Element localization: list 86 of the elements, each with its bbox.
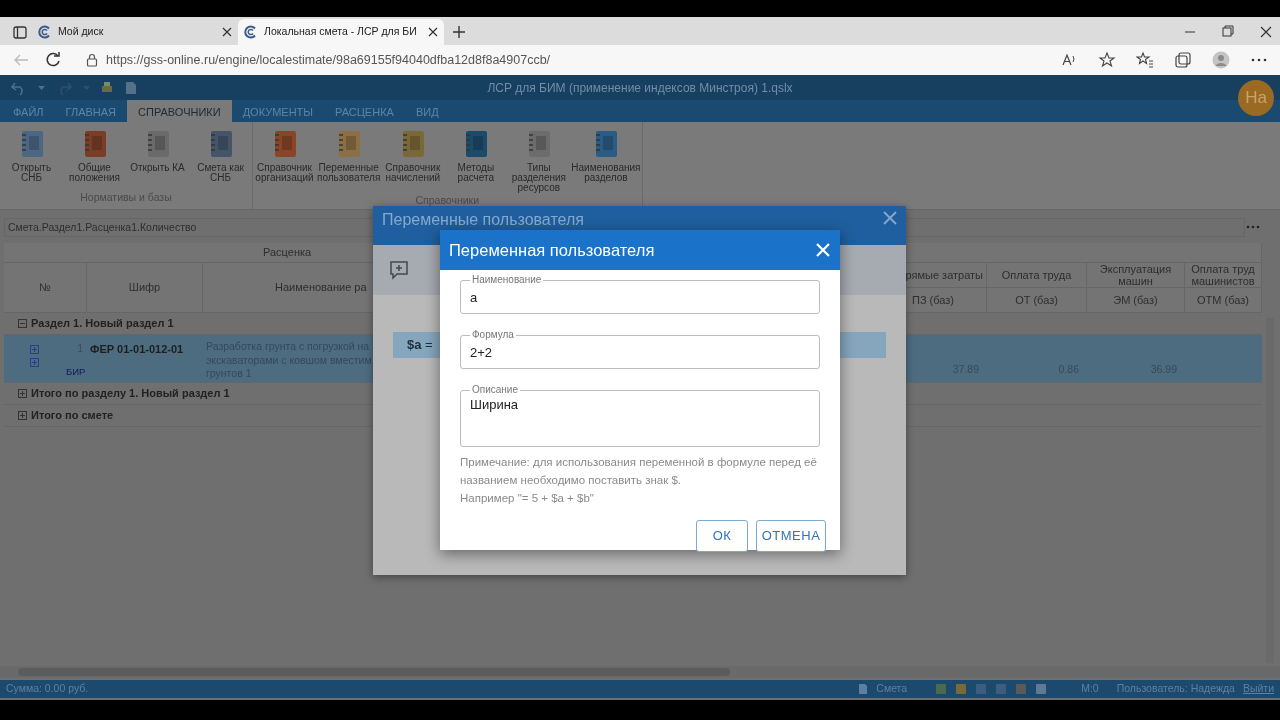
refresh-icon[interactable]: [44, 51, 62, 69]
column-header: Оплата труда: [987, 263, 1087, 288]
ok-button[interactable]: ОК: [696, 520, 748, 552]
tab-title: Локальная смета - ЛСР для БИ: [264, 24, 418, 40]
ribbon-button[interactable]: Общие положения: [63, 122, 126, 191]
ribbon-button[interactable]: Открыть СНБ: [0, 122, 63, 191]
site-icon: [38, 25, 52, 39]
input-field[interactable]: 2+2: [470, 342, 810, 363]
expand-icon[interactable]: [18, 411, 27, 420]
tool-icon[interactable]: [975, 683, 988, 695]
ribbon-tab[interactable]: ГЛАВНАЯ: [54, 100, 128, 122]
ribbon-tab[interactable]: СПРАВОЧНИКИ: [127, 100, 232, 122]
input-field[interactable]: Ширина: [470, 395, 810, 435]
user-label: Пользователь: Надежда: [1116, 681, 1235, 697]
profile-icon[interactable]: [1212, 51, 1230, 69]
tool-icon[interactable]: [935, 683, 948, 695]
column-header: Эксплуатация машин: [1087, 263, 1185, 288]
app-title: ЛСР для БИМ (применение индексов Минстроя) 1.qslx: [486, 80, 794, 97]
form-field[interactable]: Описание Ширина: [460, 385, 820, 447]
sum-label: Сумма: 0.00 руб.: [6, 681, 89, 697]
column-code: ОТ (баз): [987, 288, 1087, 313]
favorites-icon[interactable]: [1136, 51, 1154, 69]
section-label: Итого по смете: [31, 408, 114, 424]
field-label: Описание: [471, 385, 519, 395]
note-text: Например "= 5 + $a + $b": [460, 491, 595, 506]
ribbon-button[interactable]: Переменные пользователя: [316, 122, 382, 193]
logout-link[interactable]: Выйти: [1242, 681, 1274, 697]
ribbon-button[interactable]: Методы расчета: [444, 122, 508, 193]
form-field[interactable]: Наименование а: [460, 275, 820, 314]
field-label: Наименование: [471, 275, 543, 285]
lock-icon: [86, 53, 98, 67]
add-favorite-icon[interactable]: [1098, 51, 1116, 69]
input-field[interactable]: а: [470, 287, 810, 308]
field-label: Формула: [471, 330, 515, 340]
site-icon: [244, 25, 258, 39]
document-icon: [858, 683, 869, 695]
tool-icon[interactable]: [955, 683, 968, 695]
address-field[interactable]: https://gss-online.ru/engine/localestimate/98a69155f94040dfba12d8f8a4907ccb/: [76, 48, 1040, 72]
memory-label: М:0: [1081, 681, 1099, 697]
more-icon[interactable]: [1246, 224, 1260, 230]
collapse-icon[interactable]: [18, 319, 27, 328]
note-text: Примечание: для использования переменной в формуле перед её названием необходимо поставить знак $.: [460, 455, 818, 488]
close-icon: [883, 211, 897, 225]
tool-icon[interactable]: [995, 683, 1008, 695]
document-icon[interactable]: [1035, 683, 1048, 695]
ribbon-button[interactable]: Типы разделения ресурсов: [507, 122, 571, 193]
expand-icon[interactable]: [18, 389, 27, 398]
close-button[interactable]: [883, 211, 897, 225]
column-header: Оплата труд машинистов: [1185, 263, 1262, 288]
bir-link[interactable]: БИР: [66, 364, 86, 379]
expand-icon[interactable]: [30, 345, 39, 354]
collections-icon[interactable]: [1174, 51, 1192, 69]
dialog-title: Переменные пользователя: [382, 211, 584, 229]
print-icon[interactable]: [100, 80, 114, 95]
close-icon[interactable]: [222, 27, 232, 37]
rate-code: ФЕР 01-01-012-01: [90, 343, 184, 355]
column-code: ЭМ (баз): [1087, 288, 1185, 313]
caret-icon[interactable]: [38, 85, 45, 90]
cancel-button[interactable]: ОТМЕНА: [756, 520, 826, 552]
browser-tab[interactable]: Мой диск: [32, 19, 238, 45]
form-field[interactable]: Формула 2+2: [460, 330, 820, 369]
ribbon-tab[interactable]: ДОКУМЕНТЫ: [231, 100, 325, 122]
ribbon-button[interactable]: Наименования разделов: [570, 122, 642, 193]
section-label: Итого по разделу 1. Новый раздел 1: [31, 386, 230, 402]
ribbon-button[interactable]: Справочник организаций: [253, 122, 316, 193]
back-icon[interactable]: [12, 52, 30, 68]
mode-label: Смета: [876, 681, 908, 697]
ribbon-button[interactable]: Смета как СНБ: [189, 122, 252, 191]
tool-icon[interactable]: [1015, 683, 1028, 695]
caret-icon: [83, 85, 90, 90]
section-label: Раздел 1. Новый раздел 1: [31, 316, 174, 332]
browser-tab[interactable]: Локальная смета - ЛСР для БИ: [238, 19, 444, 45]
ribbon-button[interactable]: Справочник начислений: [381, 122, 445, 193]
ribbon-tab[interactable]: ВИД: [404, 100, 450, 122]
add-comment-icon[interactable]: [389, 260, 409, 280]
ribbon-button[interactable]: Открыть КА: [126, 122, 189, 191]
column-header: Шифр: [87, 263, 203, 313]
column-code: ОТМ (баз): [1185, 288, 1262, 313]
document-icon[interactable]: [124, 80, 138, 95]
ribbon-tab[interactable]: РАСЦЕНКА: [324, 100, 405, 122]
close-icon[interactable]: [428, 27, 438, 37]
tab-title: Мой диск: [58, 24, 105, 40]
column-header: №: [4, 263, 87, 313]
close-icon: [816, 243, 830, 257]
ribbon-tab[interactable]: ФАЙЛ: [2, 100, 55, 122]
expand-icon[interactable]: [30, 358, 39, 367]
